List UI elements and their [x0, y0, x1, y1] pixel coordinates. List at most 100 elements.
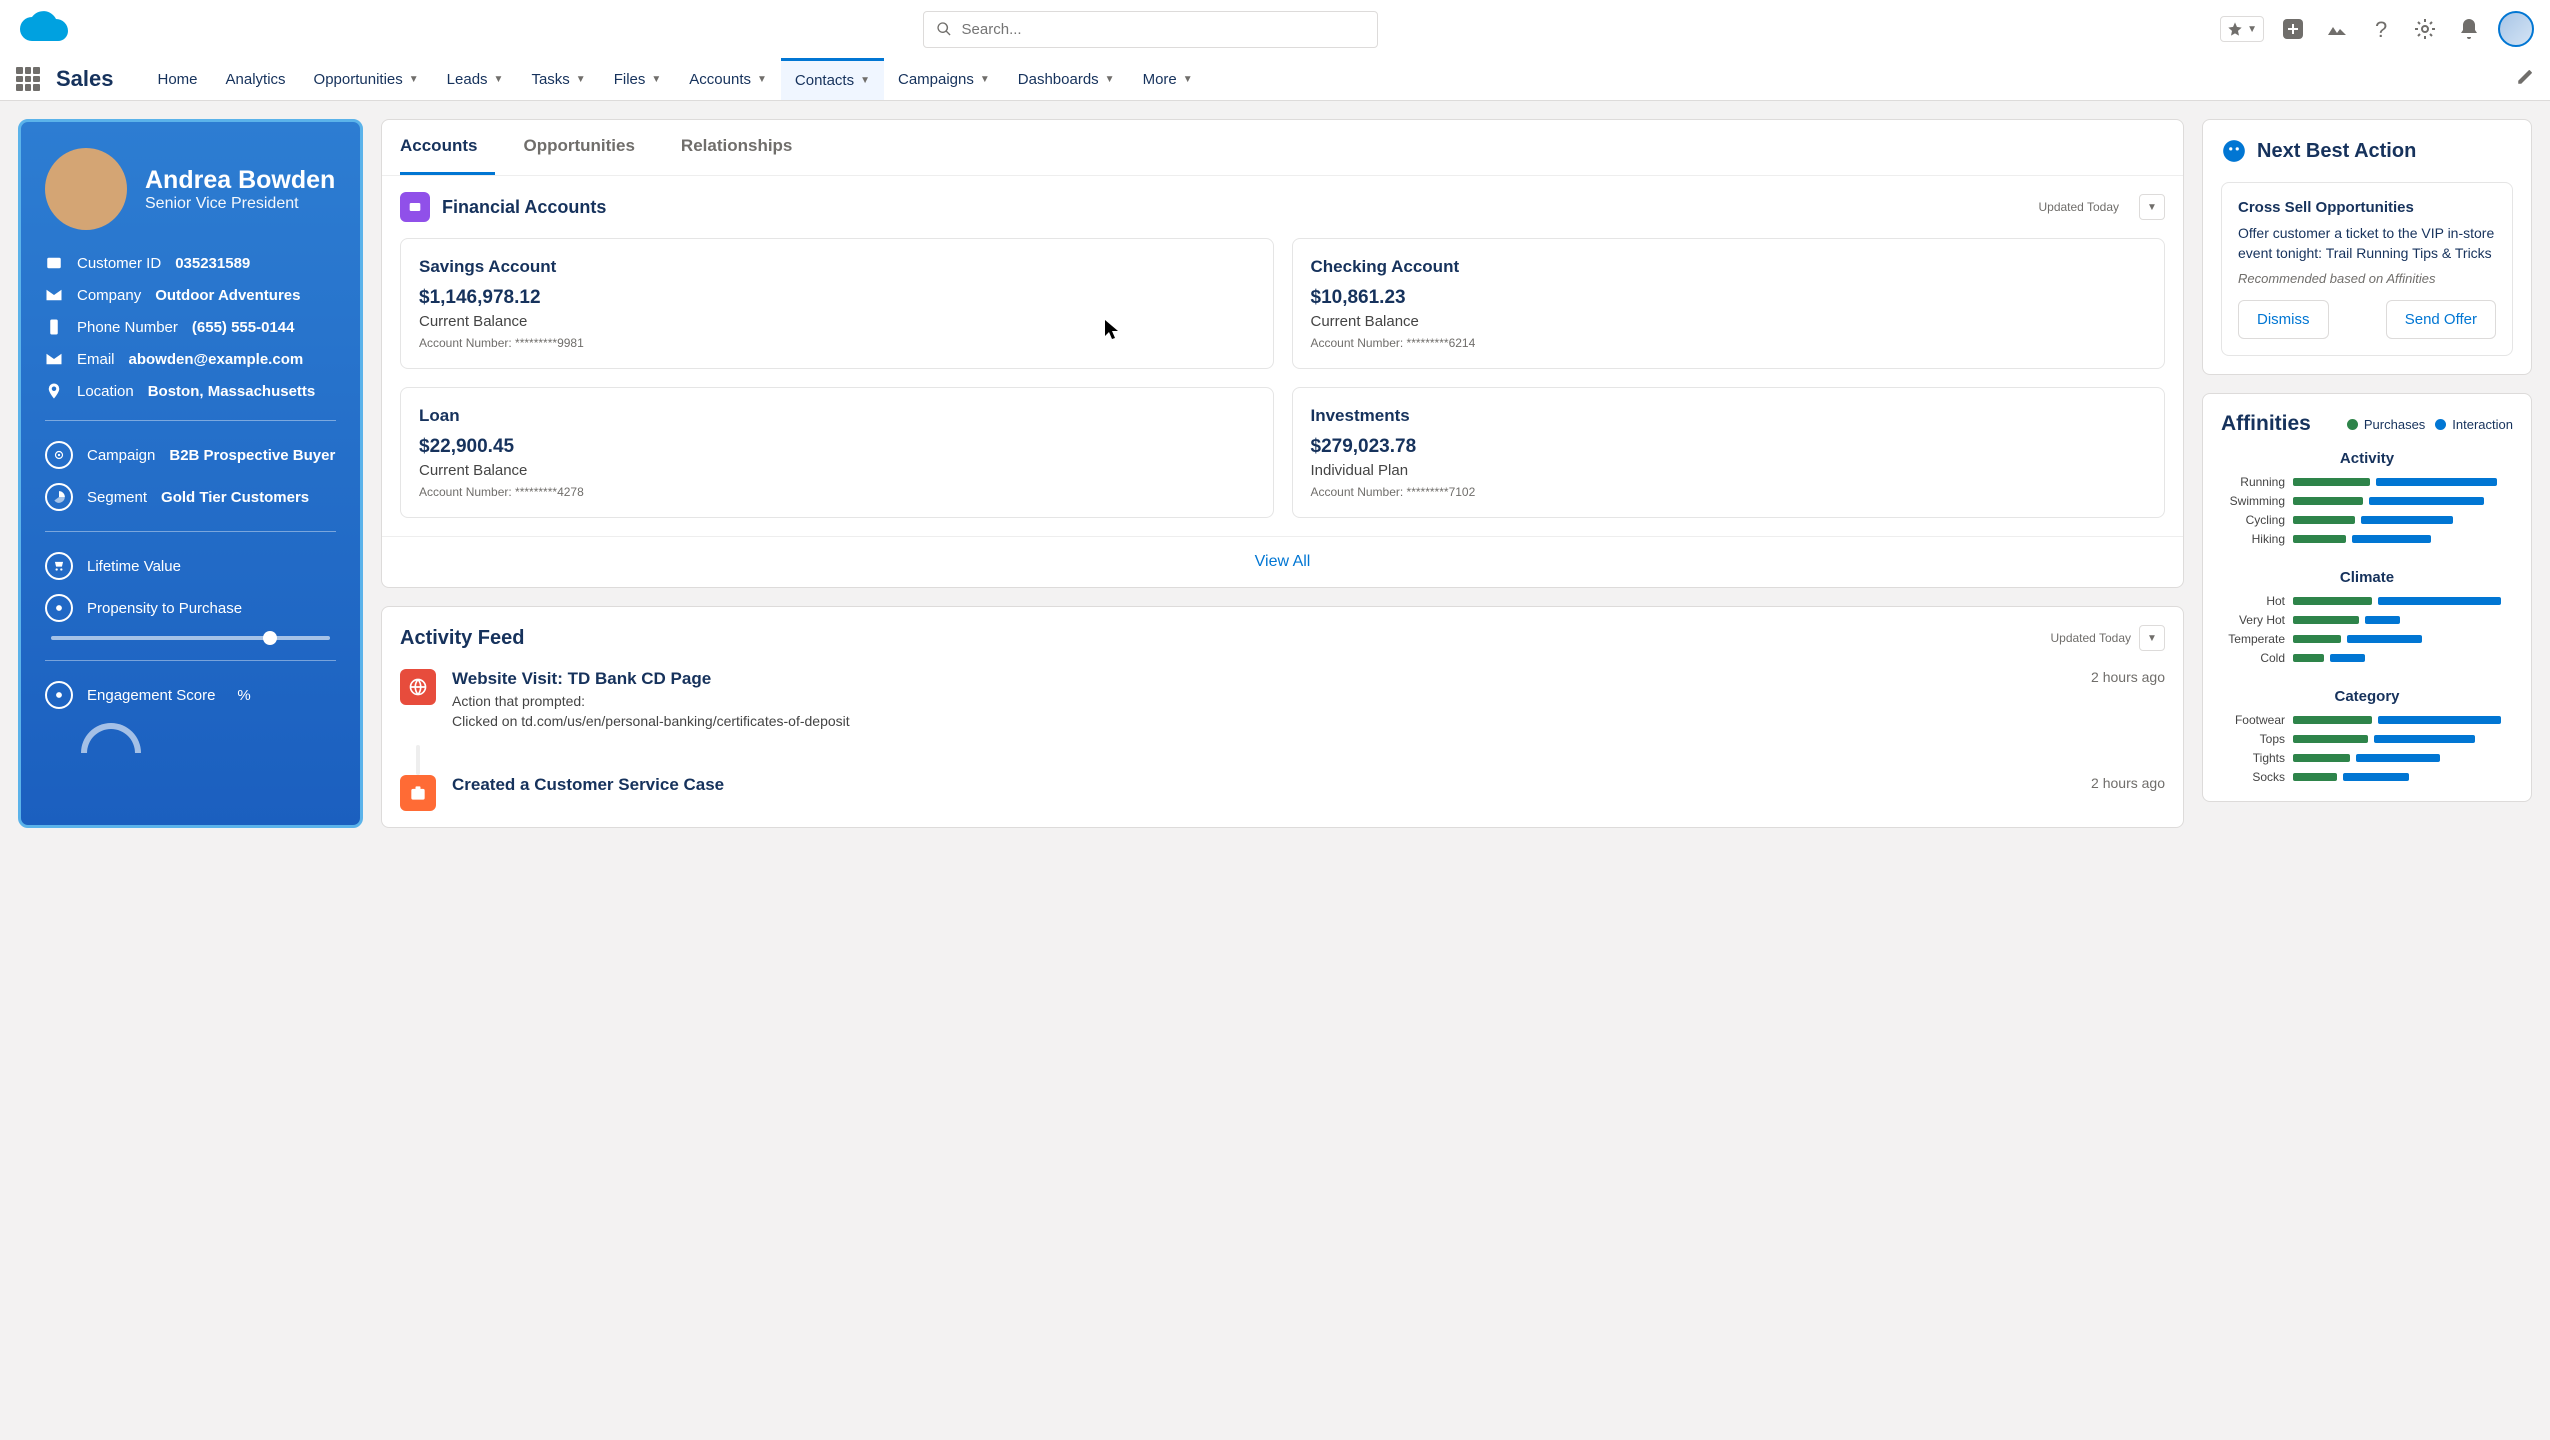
account-card[interactable]: Savings Account $1,146,978.12 Current Ba… [400, 238, 1274, 369]
edit-nav-button[interactable] [2516, 68, 2534, 91]
nav-item-more[interactable]: More▼ [1129, 58, 1207, 100]
affinity-row: Tights [2221, 751, 2513, 765]
engagement-icon [52, 688, 66, 702]
chevron-down-icon: ▼ [2247, 24, 2257, 35]
contact-card: Andrea Bowden Senior Vice President Cust… [18, 119, 363, 828]
affinity-row: Running [2221, 475, 2513, 489]
question-icon: ? [2369, 17, 2393, 41]
nav-item-home[interactable]: Home [144, 58, 212, 100]
nav-item-tasks[interactable]: Tasks▼ [517, 58, 599, 100]
nav-item-contacts[interactable]: Contacts▼ [781, 58, 884, 100]
help-button[interactable]: ? [2366, 14, 2396, 44]
nav-item-accounts[interactable]: Accounts▼ [675, 58, 781, 100]
contact-title: Senior Vice President [145, 195, 335, 213]
nav-item-campaigns[interactable]: Campaigns▼ [884, 58, 1004, 100]
financial-accounts-title: Financial Accounts [442, 197, 2026, 218]
mail-icon [45, 350, 63, 368]
account-card[interactable]: Investments $279,023.78 Individual Plan … [1292, 387, 2166, 518]
star-icon [2227, 21, 2243, 37]
tab-opportunities[interactable]: Opportunities [523, 120, 652, 175]
propensity-slider[interactable] [51, 636, 330, 640]
affinity-row: Cycling [2221, 513, 2513, 527]
feed-time: 2 hours ago [2091, 775, 2165, 791]
location-icon [45, 382, 63, 400]
affinity-section: ActivityRunning Swimming Cycling Hiking [2203, 444, 2531, 563]
setup-button[interactable] [2410, 14, 2440, 44]
propensity-icon [52, 601, 66, 615]
tab-relationships[interactable]: Relationships [681, 120, 810, 175]
feed-title: Website Visit: TD Bank CD Page [452, 669, 2075, 689]
lifetime-value: Lifetime Value [45, 552, 336, 580]
affinity-row: Tops [2221, 732, 2513, 746]
contact-phone: Phone Number (655) 555-0144 [45, 318, 336, 336]
next-best-action-panel: Next Best Action Cross Sell Opportunitie… [2202, 119, 2532, 375]
pie-icon [52, 490, 66, 504]
engagement-gauge [81, 723, 141, 753]
chevron-down-icon: ▼ [576, 74, 586, 85]
user-avatar[interactable] [2498, 11, 2534, 47]
affinity-row: Hot [2221, 594, 2513, 608]
feed-title: Created a Customer Service Case [452, 775, 2075, 795]
send-offer-button[interactable]: Send Offer [2386, 300, 2496, 339]
affinity-row: Hiking [2221, 532, 2513, 546]
notifications-button[interactable] [2454, 14, 2484, 44]
target-icon [52, 448, 66, 462]
contact-segment: Segment Gold Tier Customers [45, 483, 336, 511]
pencil-icon [2516, 68, 2534, 86]
mail-icon [45, 286, 63, 304]
legend-purchases: Purchases [2347, 417, 2425, 432]
salesforce-logo[interactable] [16, 9, 80, 49]
chevron-down-icon: ▼ [1105, 74, 1115, 85]
propensity: Propensity to Purchase [45, 594, 336, 622]
account-grid: Savings Account $1,146,978.12 Current Ba… [382, 238, 2183, 536]
nba-title: Cross Sell Opportunities [2238, 199, 2496, 216]
global-search[interactable] [923, 11, 1378, 48]
feed-item: Created a Customer Service Case 2 hours … [382, 775, 2183, 827]
affinity-section: ClimateHot Very Hot Temperate Cold [2203, 563, 2531, 682]
feed-subtitle: Action that prompted: [452, 693, 2075, 709]
activity-title: Activity Feed [400, 627, 2050, 650]
cart-icon [52, 559, 66, 573]
chevron-down-icon: ▼ [494, 74, 504, 85]
dismiss-button[interactable]: Dismiss [2238, 300, 2329, 339]
affinity-row: Footwear [2221, 713, 2513, 727]
nav-item-dashboards[interactable]: Dashboards▼ [1004, 58, 1129, 100]
contact-customer-id: Customer ID 035231589 [45, 254, 336, 272]
financial-menu-button[interactable]: ▼ [2139, 194, 2165, 220]
feed-time: 2 hours ago [2091, 669, 2165, 685]
plus-icon [2281, 17, 2305, 41]
account-card[interactable]: Checking Account $10,861.23 Current Bala… [1292, 238, 2166, 369]
affinity-row: Socks [2221, 770, 2513, 784]
app-launcher[interactable] [16, 67, 40, 91]
trailhead-button[interactable] [2322, 14, 2352, 44]
activity-panel: Activity Feed Updated Today ▼ Website Vi… [381, 606, 2184, 828]
globe-icon [400, 669, 436, 705]
add-button[interactable] [2278, 14, 2308, 44]
view-all-link[interactable]: View All [382, 536, 2183, 587]
nav-item-analytics[interactable]: Analytics [212, 58, 300, 100]
chevron-down-icon: ▼ [980, 74, 990, 85]
gear-icon [2413, 17, 2437, 41]
account-card[interactable]: Loan $22,900.45 Current Balance Account … [400, 387, 1274, 518]
phone-icon [45, 318, 63, 336]
financial-accounts-icon [400, 192, 430, 222]
trailhead-icon [2325, 17, 2349, 41]
nav-item-leads[interactable]: Leads▼ [433, 58, 518, 100]
search-input[interactable] [962, 21, 1365, 38]
feed-detail: Clicked on td.com/us/en/personal-banking… [452, 713, 2075, 729]
tab-accounts[interactable]: Accounts [400, 120, 495, 175]
timeline-connector [416, 745, 420, 775]
app-name: Sales [56, 66, 114, 92]
affinities-title: Affinities [2221, 412, 2337, 436]
chevron-down-icon: ▼ [757, 74, 767, 85]
nav-item-files[interactable]: Files▼ [600, 58, 676, 100]
affinity-row: Swimming [2221, 494, 2513, 508]
favorites-button[interactable]: ▼ [2220, 16, 2264, 42]
engagement-score: Engagement Score % [45, 681, 336, 709]
affinities-panel: Affinities Purchases Interaction Activit… [2202, 393, 2532, 802]
contact-location: Location Boston, Massachusetts [45, 382, 336, 400]
search-icon [936, 21, 952, 37]
chevron-down-icon: ▼ [409, 74, 419, 85]
nav-item-opportunities[interactable]: Opportunities▼ [300, 58, 433, 100]
activity-menu-button[interactable]: ▼ [2139, 625, 2165, 651]
